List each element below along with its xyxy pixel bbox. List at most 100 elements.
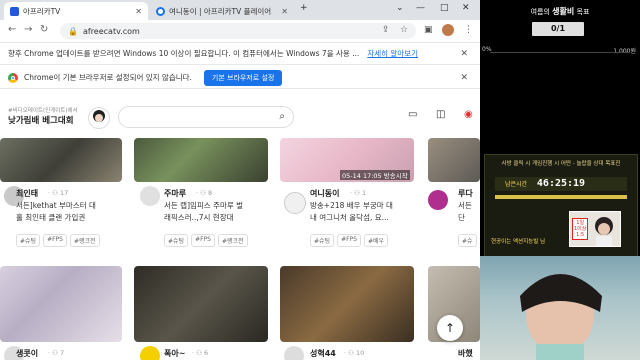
tab-label: 여니동이 | 아프리카TV 플레이어	[169, 6, 272, 16]
channel-name[interactable]: 바했	[458, 348, 473, 359]
stream-title[interactable]: 단	[458, 212, 480, 224]
tag[interactable]: #FPS	[337, 234, 361, 247]
minimize-icon[interactable]: —	[416, 3, 425, 13]
site-header: #비디오테이트(인게이트)에서 낮가림배 베그대회 ⌕ ▭ ◫ ◉	[0, 100, 480, 134]
channel-name[interactable]: 여니동이	[310, 188, 339, 199]
profile-avatar[interactable]	[442, 24, 454, 36]
maximize-icon[interactable]: □	[440, 3, 449, 13]
close-infobar-icon[interactable]: ✕	[460, 49, 468, 59]
user-icon[interactable]: ◉	[464, 109, 473, 120]
tag-list: #슈팅 #FPS #배우	[310, 234, 389, 247]
stream-title[interactable]: 홀 최인태 클랜 가입권	[16, 212, 120, 224]
default-browser-text: Chrome이 기본 브라우저로 설정되어 있지 않습니다.	[24, 73, 192, 82]
menu-kebab-icon[interactable]: ⋮	[464, 25, 473, 35]
stream-title[interactable]: 서든 랩]임피스 주마루 벌	[164, 200, 264, 212]
stream-thumbnail[interactable]	[134, 138, 268, 182]
chrome-logo-icon	[8, 72, 18, 83]
share-icon[interactable]: ⇪	[382, 25, 390, 35]
stream-thumbnail[interactable]	[280, 266, 414, 342]
event-logo[interactable]: #비디오테이트(인게이트)에서 낮가림배 베그대회	[8, 106, 78, 126]
new-tab-icon[interactable]: +	[300, 3, 308, 13]
goal-max-label: 1,000원	[613, 46, 636, 55]
close-tab-icon[interactable]: ✕	[281, 7, 288, 16]
tab-afreecatv[interactable]: 아프리카TV ✕	[4, 2, 148, 20]
tag[interactable]: #FPS	[43, 234, 67, 247]
viewer-count: · ⚇ 10	[344, 349, 365, 357]
tag-list: #슈팅 #FPS #랭크전	[16, 234, 100, 247]
quest-text: 현공이는 액션지능빌 님	[491, 239, 546, 245]
channel-name[interactable]: 성혁44	[310, 348, 336, 359]
channel-avatar[interactable]	[284, 192, 306, 214]
tag[interactable]: #슈팅	[16, 234, 41, 247]
channel-avatar[interactable]	[284, 346, 304, 360]
stream-thumbnail[interactable]	[0, 266, 122, 342]
tag-list: #슈	[458, 234, 477, 247]
stream-thumbnail[interactable]	[0, 138, 122, 182]
url-text: afreecatv.com	[82, 26, 140, 36]
close-window-icon[interactable]: ✕	[462, 3, 470, 13]
close-tab-icon[interactable]: ✕	[135, 7, 142, 16]
stream-thumbnail[interactable]	[428, 138, 480, 182]
channel-avatar[interactable]	[140, 186, 160, 206]
channel-name[interactable]: 루다	[458, 188, 473, 199]
tag[interactable]: #랭크전	[69, 234, 100, 247]
viewer-count: · ⚇ 1	[350, 189, 367, 197]
stream-title[interactable]: 내 여그니처 올닥섬, 요...	[310, 212, 414, 224]
tag-list: #슈팅 #FPS #랭크전	[164, 234, 248, 247]
tag[interactable]: #슈팅	[310, 234, 335, 247]
stream-title[interactable]: 래픽스러..,7시 현장대	[164, 212, 264, 224]
sidebar-icon[interactable]: ▣	[424, 25, 433, 35]
viewer-count: · ⚇ 7	[48, 349, 65, 357]
timer-caption: 사방 클릭 시 게임진행 시 어떤 - 놀랍을 상대 목표진	[501, 161, 621, 167]
channel-avatar[interactable]	[428, 190, 448, 210]
stream-title[interactable]: 방송+218 배우 부궁마 대	[310, 200, 414, 212]
tab-search-icon[interactable]: ⌄	[396, 3, 404, 13]
reload-icon[interactable]: ↻	[40, 24, 48, 35]
tag[interactable]: #배우	[363, 234, 389, 247]
timer-value: 46:25:19	[536, 178, 586, 189]
player-favicon-icon	[156, 6, 165, 16]
chat-icon[interactable]: ◫	[436, 109, 445, 120]
goal-progress-track	[490, 52, 630, 53]
learn-more-link[interactable]: 자세히 알아보기	[367, 48, 418, 59]
search-input[interactable]: ⌕	[118, 106, 294, 128]
channel-name[interactable]: 생콧이	[16, 348, 38, 359]
channel-name[interactable]: 폭아~	[164, 348, 185, 359]
search-icon[interactable]: ⌕	[279, 111, 285, 122]
tag[interactable]: #슈팅	[164, 234, 189, 247]
bookmark-star-icon[interactable]: ☆	[400, 25, 408, 35]
tag[interactable]: #랭크전	[217, 234, 248, 247]
webcam-feed	[480, 256, 640, 360]
update-infobar: 향후 Chrome 업데이트를 받으려면 Windows 10 이상이 필요합니…	[0, 43, 480, 65]
stream-start-overlay: 05-14 17:05 방송시작	[340, 170, 410, 180]
scroll-to-top-button[interactable]: ↑	[437, 315, 463, 341]
address-bar[interactable]: 🔒 afreecatv.com	[60, 23, 416, 39]
logo-character-avatar	[88, 107, 110, 129]
viewer-count: · ⚇ 17	[48, 189, 69, 197]
timer-progress-bar	[495, 195, 627, 199]
tag[interactable]: #슈	[458, 234, 477, 247]
stream-thumbnail[interactable]: 05-14 17:05 방송시작	[280, 138, 414, 182]
channel-avatar[interactable]	[140, 346, 160, 360]
broadcast-icon[interactable]: ▭	[408, 109, 417, 120]
stream-thumbnail[interactable]	[134, 266, 268, 342]
tab-player[interactable]: 여니동이 | 아프리카TV 플레이어 ✕	[150, 2, 294, 20]
afreeca-favicon-icon	[10, 6, 19, 16]
timer-strip: 남은시간 46:25:19	[495, 177, 627, 191]
channel-name[interactable]: 최인태	[16, 188, 38, 199]
back-icon[interactable]: ←	[8, 24, 16, 35]
browser-window: 아프리카TV ✕ 여니동이 | 아프리카TV 플레이어 ✕ + ⌄ — □ ✕ …	[0, 0, 480, 360]
stream-title[interactable]: 서든	[458, 200, 480, 212]
tag[interactable]: #FPS	[191, 234, 215, 247]
set-default-button[interactable]: 기본 브라우저로 설정	[203, 69, 283, 86]
tab-strip: 아프리카TV ✕ 여니동이 | 아프리카TV 플레이어 ✕ + ⌄ — □ ✕	[0, 0, 480, 20]
tab-label: 아프리카TV	[23, 6, 61, 16]
default-browser-infobar: Chrome이 기본 브라우저로 설정되어 있지 않습니다. 기본 브라우저로 …	[0, 67, 480, 89]
channel-name[interactable]: 주마루	[164, 188, 186, 199]
stream-title[interactable]: 서든]kethat 부마스터 대	[16, 200, 120, 212]
logo-subtitle: #비디오테이트(인게이트)에서	[8, 108, 78, 114]
update-infobar-text: 향후 Chrome 업데이트를 받으려면 Windows 10 이상이 필요합니…	[8, 49, 360, 58]
timer-panel: 사방 클릭 시 게임진행 시 어떤 - 놀랍을 상대 목표진 남은시간 46:2…	[484, 154, 638, 258]
forward-icon[interactable]: →	[24, 24, 32, 35]
close-infobar-icon[interactable]: ✕	[460, 73, 468, 83]
